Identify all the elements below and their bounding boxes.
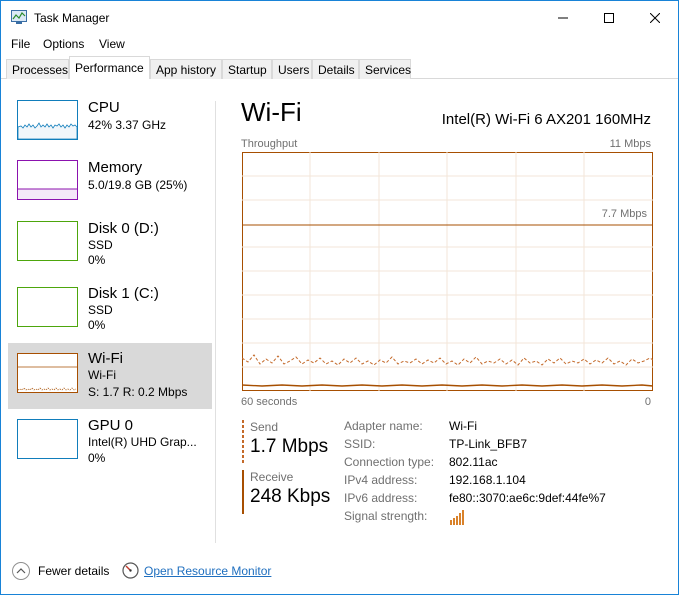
receive-indicator (242, 470, 244, 514)
send-indicator (242, 420, 244, 464)
sidebar-gpu-0-title: GPU 0 (88, 417, 134, 434)
sidebar-memory-title: Memory (88, 159, 143, 176)
gpu-0-thumbnail (17, 419, 78, 459)
fewer-details-button[interactable]: Fewer details (38, 564, 109, 578)
receive-value: 248 Kbps (250, 486, 331, 507)
tab-strip: Processes Performance App history Startu… (1, 56, 678, 79)
sidebar-memory-usage: 5.0/19.8 GB (25%) (88, 178, 188, 192)
sidebar-disk-1-type: SSD (88, 303, 113, 317)
sidebar-item-gpu-0[interactable]: GPU 0 Intel(R) UHD Grap... 0% (8, 413, 212, 479)
graph-zero-label: 0 (644, 396, 651, 408)
sidebar-divider (215, 101, 216, 543)
send-label: Send (250, 420, 279, 434)
sidebar-disk-0-title: Disk 0 (D:) (88, 220, 159, 237)
sidebar-wifi-name: Wi-Fi (88, 368, 116, 382)
maximize-button[interactable] (586, 1, 632, 34)
menu-view[interactable]: View (99, 37, 125, 51)
adapter-model: Intel(R) Wi-Fi 6 AX201 160MHz (441, 111, 651, 128)
tab-services[interactable]: Services (359, 59, 411, 79)
sidebar-disk-1-title: Disk 1 (C:) (88, 285, 159, 302)
graph-max-label: 11 Mbps (609, 138, 651, 150)
sidebar-wifi-rates: S: 1.7 R: 0.2 Mbps (88, 385, 188, 399)
close-button[interactable] (632, 1, 678, 34)
resource-sidebar: CPU 42% 3.37 GHz Memory 5.0/19.8 GB (25%… (8, 93, 213, 543)
sidebar-item-memory[interactable]: Memory 5.0/19.8 GB (25%) (8, 154, 212, 220)
tab-performance[interactable]: Performance (69, 56, 150, 79)
task-manager-icon (11, 10, 27, 24)
minimize-icon (558, 17, 568, 18)
sidebar-item-disk-0[interactable]: Disk 0 (D:) SSD 0% (8, 215, 212, 281)
sidebar-item-disk-1[interactable]: Disk 1 (C:) SSD 0% (8, 281, 212, 347)
sidebar-disk-1-usage: 0% (88, 318, 106, 332)
minimize-button[interactable] (540, 1, 586, 34)
sidebar-gpu-0-name: Intel(R) UHD Grap... (88, 435, 197, 449)
memory-thumbnail (17, 160, 78, 200)
tab-startup[interactable]: Startup (222, 59, 272, 79)
tab-app-history[interactable]: App history (150, 59, 222, 79)
receive-label: Receive (250, 470, 294, 484)
menu-bar: File Options View (1, 34, 678, 54)
resource-monitor-icon (122, 562, 139, 579)
fewer-details-icon[interactable] (12, 562, 30, 580)
send-stat: Send 1.7 Mbps (242, 420, 342, 464)
sidebar-item-cpu[interactable]: CPU 42% 3.37 GHz (8, 93, 212, 159)
task-manager-window: Task Manager File Options View Processes… (0, 0, 679, 595)
menu-file[interactable]: File (11, 37, 30, 51)
page-title: Wi-Fi (241, 97, 302, 127)
sidebar-item-wifi[interactable]: Wi-Fi Wi-Fi S: 1.7 R: 0.2 Mbps (8, 343, 212, 409)
receive-stat: Receive 248 Kbps (242, 470, 342, 514)
title-bar[interactable]: Task Manager (1, 1, 678, 34)
sidebar-gpu-0-usage: 0% (88, 451, 106, 465)
graph-time-label: 60 seconds (241, 396, 298, 408)
wifi-thumbnail (17, 353, 78, 393)
disk-0-thumbnail (17, 221, 78, 261)
open-resource-monitor-link[interactable]: Open Resource Monitor (144, 564, 271, 578)
tab-users[interactable]: Users (272, 59, 312, 79)
send-value: 1.7 Mbps (250, 436, 329, 457)
window-title: Task Manager (34, 11, 110, 25)
menu-options[interactable]: Options (43, 37, 84, 51)
tab-processes[interactable]: Processes (6, 59, 69, 79)
signal-strength-icon (450, 510, 464, 525)
maximize-icon (604, 12, 614, 23)
throughput-graph (242, 152, 653, 391)
tab-details[interactable]: Details (312, 59, 359, 79)
throughput-label: Throughput (241, 138, 298, 150)
sidebar-disk-0-usage: 0% (88, 253, 106, 267)
chevron-up-icon (16, 568, 26, 574)
cpu-thumbnail (17, 100, 78, 140)
sidebar-cpu-usage: 42% 3.37 GHz (88, 118, 167, 132)
sidebar-cpu-title: CPU (88, 99, 120, 116)
disk-1-thumbnail (17, 287, 78, 327)
graph-scale-label: 7.7 Mbps (601, 208, 647, 220)
sidebar-disk-0-type: SSD (88, 238, 113, 252)
sidebar-wifi-title: Wi-Fi (88, 350, 123, 367)
close-icon (650, 12, 660, 23)
